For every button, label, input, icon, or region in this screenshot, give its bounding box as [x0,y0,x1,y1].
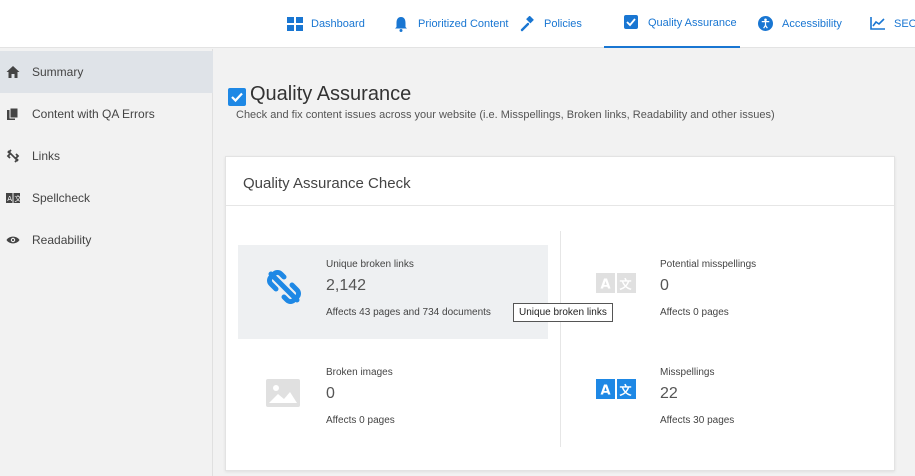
tab-label: SEO [894,18,915,30]
eye-icon [6,233,20,247]
accessibility-icon [758,16,774,32]
tab-seo[interactable]: SEO [870,0,915,48]
sidebar-item-label: Content with QA Errors [32,107,155,121]
dashboard-icon [287,16,303,32]
tab-quality-assurance[interactable]: Quality Assurance [604,0,740,48]
tab-prioritized-content[interactable]: Prioritized Content [394,0,509,48]
svg-text:文: 文 [15,194,21,203]
page-title-checkbox-icon [228,88,246,106]
tile-misspellings[interactable]: A 文 Misspellings 22 Affects 30 pages [572,353,882,447]
sidebar-item-readability[interactable]: Readability [0,219,213,261]
tile-affects: Affects 43 pages and 734 documents [326,307,491,318]
tile-value: 22 [660,385,678,402]
gavel-icon [520,15,536,32]
tile-label: Misspellings [660,367,715,378]
tab-label: Accessibility [782,18,842,30]
chart-line-icon [870,16,886,32]
top-navigation: Dashboard Prioritized Content Policies Q… [0,0,915,48]
tab-label: Policies [544,18,582,30]
tile-value: 2,142 [326,277,367,294]
tile-label: Broken images [326,367,393,378]
broken-link-icon [6,149,20,163]
tab-label: Dashboard [311,18,365,30]
tab-accessibility[interactable]: Accessibility [758,0,842,48]
tab-policies[interactable]: Policies [520,0,582,48]
sidebar-item-links[interactable]: Links [0,135,213,177]
tooltip: Unique broken links [513,303,613,322]
tile-value: 0 [660,277,669,294]
checkbox-icon [624,15,640,31]
tab-label: Prioritized Content [418,18,509,30]
tab-dashboard[interactable]: Dashboard [287,0,365,48]
sidebar-item-label: Readability [32,233,92,247]
tile-affects: Affects 0 pages [326,415,395,426]
card-title: Quality Assurance Check [243,175,411,192]
spellcheck-icon: A文 [6,191,22,205]
svg-text:A: A [601,384,611,399]
tile-divider [560,231,561,447]
translate-icon: A 文 [596,379,636,419]
page-title: Quality Assurance [250,83,412,105]
tile-potential-misspellings[interactable]: A 文 Potential misspellings 0 Affects 0 p… [572,245,882,339]
tile-affects: Affects 0 pages [660,307,729,318]
svg-text:文: 文 [620,383,633,398]
tile-label: Unique broken links [326,259,414,270]
sidebar-item-summary[interactable]: Summary [0,51,213,93]
sidebar-item-spellcheck[interactable]: A文 Spellcheck [0,177,213,219]
tab-label: Quality Assurance [648,17,737,29]
sidebar: Summary Content with QA Errors Links A文 … [0,49,213,476]
svg-text:文: 文 [620,277,633,292]
svg-text:A: A [601,278,611,293]
tile-label: Potential misspellings [660,259,757,270]
tile-value: 0 [326,385,335,402]
card-divider [226,205,894,206]
tile-affects: Affects 30 pages [660,415,735,426]
bell-icon [394,16,410,32]
tile-broken-images[interactable]: Broken images 0 Affects 0 pages [238,353,548,447]
svg-text:A: A [7,195,12,203]
sidebar-item-label: Summary [32,65,84,79]
page-subtitle: Check and fix content issues across your… [236,109,775,121]
documents-icon [6,107,20,121]
sidebar-item-label: Links [32,149,61,163]
broken-link-icon [264,267,304,307]
home-icon [6,65,20,79]
sidebar-item-label: Spellcheck [32,191,91,205]
tile-unique-broken-links[interactable]: Unique broken links 2,142 Affects 43 pag… [238,245,548,339]
image-icon [266,379,306,419]
sidebar-item-content-with-qa-errors[interactable]: Content with QA Errors [0,93,213,135]
